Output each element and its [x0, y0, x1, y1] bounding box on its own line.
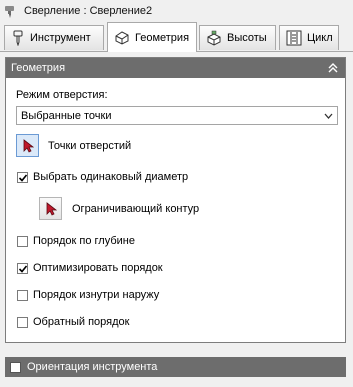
optimize-order-label: Оптимизировать порядок — [33, 262, 163, 274]
drill-icon — [5, 6, 14, 18]
chevron-down-icon — [324, 113, 333, 119]
tab-geometry[interactable]: Геометрия — [107, 22, 197, 52]
tool-orientation-label: Ориентация инструмента — [27, 361, 158, 373]
hole-mode-select[interactable]: Выбранные точки — [16, 106, 338, 125]
tab-strip: Инструмент Геометрия Высоты Цикл — [0, 22, 353, 52]
geometry-icon — [115, 30, 129, 45]
checkmark-icon — [18, 264, 28, 273]
reverse-order-checkbox[interactable]: Обратный порядок — [17, 316, 129, 328]
pointer-icon — [46, 201, 57, 216]
tab-heights-label: Высоты — [227, 32, 267, 44]
geometry-panel: Геометрия Режим отверстия: Выбранные точ… — [5, 57, 346, 343]
tab-cycle[interactable]: Цикл — [279, 25, 339, 50]
checkbox-box — [17, 262, 28, 274]
depth-order-label: Порядок по глубине — [33, 235, 135, 247]
same-diameter-label: Выбрать одинаковый диаметр — [33, 171, 189, 183]
checkmark-icon — [18, 173, 28, 182]
geometry-panel-header[interactable]: Геометрия — [6, 58, 345, 78]
tab-geometry-label: Геометрия — [135, 31, 190, 44]
hole-points-label: Точки отверстий — [48, 140, 132, 152]
boundary-label: Ограничивающий контур — [72, 203, 200, 215]
tab-heights[interactable]: Высоты — [199, 25, 276, 50]
tool-icon — [13, 30, 23, 46]
collapse-icon[interactable] — [327, 62, 339, 74]
window-title-bar: Сверление : Сверление2 — [0, 0, 353, 22]
reverse-order-label: Обратный порядок — [33, 316, 130, 328]
checkbox-box — [17, 171, 28, 183]
optimize-order-checkbox[interactable]: Оптимизировать порядок — [17, 262, 163, 274]
same-diameter-checkbox[interactable]: Выбрать одинаковый диаметр — [17, 171, 188, 183]
heights-icon — [207, 30, 221, 46]
tool-orientation-group[interactable]: Ориентация инструмента — [5, 357, 346, 377]
checkbox-box — [17, 289, 28, 301]
inside-out-order-label: Порядок изнутри наружу — [33, 289, 160, 301]
window-title: Сверление : Сверление2 — [24, 5, 153, 17]
tab-tool-label: Инструмент — [30, 32, 91, 44]
hole-points-pick-button[interactable] — [16, 134, 39, 157]
hole-mode-value: Выбранные точки — [21, 109, 112, 122]
checkbox-box — [17, 235, 28, 247]
inside-out-order-checkbox[interactable]: Порядок изнутри наружу — [17, 289, 159, 301]
depth-order-checkbox[interactable]: Порядок по глубине — [17, 235, 135, 247]
tool-orientation-checkbox[interactable] — [10, 361, 21, 373]
tab-cycle-label: Цикл — [307, 32, 333, 44]
hole-mode-label: Режим отверстия: — [16, 89, 108, 101]
checkbox-box — [17, 316, 28, 328]
boundary-pick-button[interactable] — [39, 197, 62, 220]
tab-tool[interactable]: Инструмент — [4, 25, 104, 50]
cycle-icon — [286, 30, 302, 46]
pointer-icon — [23, 138, 34, 153]
geometry-panel-title: Геометрия — [11, 62, 66, 74]
